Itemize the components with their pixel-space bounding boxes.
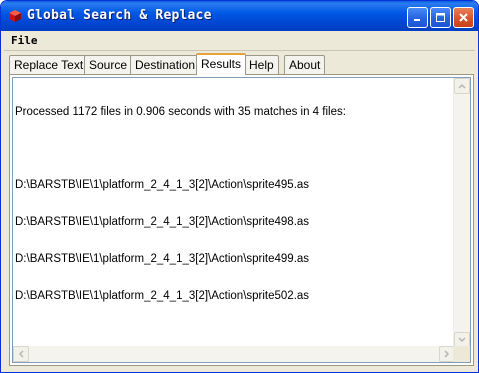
scroll-up-button[interactable] xyxy=(454,78,470,94)
window-title: Global Search & Replace xyxy=(27,8,212,23)
chevron-right-icon xyxy=(444,350,450,358)
tab-help[interactable]: Help xyxy=(244,55,279,74)
tab-results[interactable]: Results xyxy=(196,53,247,75)
results-panel: Processed 1172 files in 0.906 seconds wi… xyxy=(9,74,474,366)
maximize-icon xyxy=(436,13,445,22)
chevron-left-icon xyxy=(18,350,24,358)
results-summary: Processed 1172 files in 0.906 seconds wi… xyxy=(15,105,346,118)
tab-source[interactable]: Source xyxy=(84,55,133,74)
chevron-down-icon xyxy=(458,337,466,343)
results-text: Processed 1172 files in 0.906 seconds wi… xyxy=(15,81,455,327)
cube-icon xyxy=(9,10,21,22)
menu-bar: File xyxy=(4,31,475,51)
scroll-left-button[interactable] xyxy=(13,346,29,362)
close-icon xyxy=(459,13,468,22)
result-file-line: D:\BARSTB\IE\1\platform_2_4_1_3[2]\Actio… xyxy=(15,179,310,192)
results-textarea[interactable]: Processed 1172 files in 0.906 seconds wi… xyxy=(12,77,471,363)
horizontal-scrollbar[interactable] xyxy=(13,346,455,362)
tab-destination[interactable]: Destination xyxy=(130,55,201,74)
result-file-line: D:\BARSTB\IE\1\platform_2_4_1_3[2]\Actio… xyxy=(15,216,310,229)
tab-replace-text[interactable]: Replace Text xyxy=(9,55,89,74)
close-button[interactable] xyxy=(453,7,474,28)
scrollbar-corner xyxy=(453,346,470,362)
app-window: Global Search & Replace File Replace Tex… xyxy=(0,0,479,373)
menu-file[interactable]: File xyxy=(11,34,38,47)
result-file-line: D:\BARSTB\IE\1\platform_2_4_1_3[2]\Actio… xyxy=(15,253,310,266)
result-file-line: D:\BARSTB\IE\1\platform_2_4_1_3[2]\Actio… xyxy=(15,290,310,303)
title-bar[interactable]: Global Search & Replace xyxy=(1,1,478,31)
minimize-button[interactable] xyxy=(407,7,428,28)
minimize-icon xyxy=(414,19,420,21)
vertical-scrollbar[interactable] xyxy=(453,78,470,348)
tab-about[interactable]: About xyxy=(284,55,326,74)
maximize-button[interactable] xyxy=(430,7,451,28)
chevron-up-icon xyxy=(458,83,466,89)
